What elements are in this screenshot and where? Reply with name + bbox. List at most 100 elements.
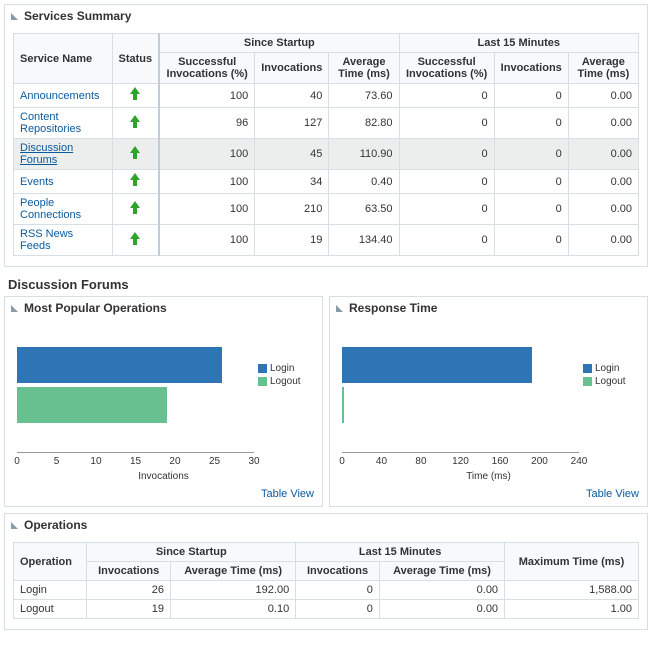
disclosure-icon [11, 13, 18, 20]
axis-line [17, 452, 254, 453]
last15-invocations: 0 [494, 194, 568, 225]
operations-table: Operation Since Startup Last 15 Minutes … [13, 542, 639, 619]
service-link[interactable]: Events [20, 176, 54, 188]
service-link[interactable]: Announcements [20, 90, 100, 102]
bar-logout [17, 387, 167, 423]
service-name-cell[interactable]: Content Repositories [14, 108, 113, 139]
response-time-panel: Response Time 04080120160200240 Login Lo… [329, 296, 648, 507]
col-last15-avg-time[interactable]: Average Time (ms) [379, 562, 504, 581]
legend-item-logout: Logout [258, 376, 314, 387]
col-status[interactable]: Status [112, 34, 159, 84]
service-link[interactable]: People Connections [20, 197, 81, 221]
status-up-icon [130, 232, 140, 246]
response-time-header[interactable]: Response Time [330, 297, 647, 319]
startup-avg-time: 0.40 [329, 170, 399, 194]
table-row[interactable]: RSS News Feeds10019134.40000.00 [14, 225, 639, 256]
services-summary-header[interactable]: Services Summary [5, 5, 647, 27]
most-popular-title: Most Popular Operations [24, 301, 167, 315]
legend-item-login: Login [258, 363, 314, 374]
col-startup-avg-time[interactable]: Average Time (ms) [171, 562, 296, 581]
operations-header[interactable]: Operations [5, 514, 647, 536]
startup-invocations: 19 [255, 225, 329, 256]
startup-avg-time: 73.60 [329, 84, 399, 108]
status-up-icon [130, 173, 140, 187]
axis-tick: 120 [452, 456, 469, 467]
startup-avg-time: 0.10 [171, 600, 296, 619]
service-name-cell[interactable]: Announcements [14, 84, 113, 108]
bar-login [342, 347, 532, 383]
service-name-cell[interactable]: Events [14, 170, 113, 194]
startup-avg-time: 82.80 [329, 108, 399, 139]
colgroup-since-startup: Since Startup [87, 543, 296, 562]
col-startup-invocations[interactable]: Invocations [87, 562, 171, 581]
startup-invocations: 40 [255, 84, 329, 108]
detail-section-title: Discussion Forums [8, 277, 644, 292]
last15-avg-time: 0.00 [568, 170, 638, 194]
col-startup-invocations[interactable]: Invocations [255, 53, 329, 84]
axis-tick: 200 [531, 456, 548, 467]
startup-avg-time: 110.90 [329, 139, 399, 170]
max-time: 1.00 [505, 600, 639, 619]
col-startup-avg-time[interactable]: Average Time (ms) [329, 53, 399, 84]
response-time-xlabel: Time (ms) [338, 471, 639, 482]
col-last15-invocations[interactable]: Invocations [494, 53, 568, 84]
startup-avg-time: 63.50 [329, 194, 399, 225]
colgroup-last-15: Last 15 Minutes [399, 34, 638, 53]
table-row[interactable]: Logout190.1000.001.00 [14, 600, 639, 619]
col-operation[interactable]: Operation [14, 543, 87, 581]
startup-succ-pct: 100 [159, 170, 255, 194]
axis-tick: 240 [571, 456, 588, 467]
last15-invocations: 0 [494, 139, 568, 170]
service-name-cell[interactable]: People Connections [14, 194, 113, 225]
axis-tick: 160 [492, 456, 509, 467]
service-link[interactable]: Discussion Forums [20, 142, 73, 166]
most-popular-operations-panel: Most Popular Operations 051015202530 Log… [4, 296, 323, 507]
last15-succ-pct: 0 [399, 139, 494, 170]
table-row[interactable]: Discussion Forums10045110.90000.00 [14, 139, 639, 170]
services-summary-table: Service Name Status Since Startup Last 1… [13, 33, 639, 256]
last15-avg-time: 0.00 [568, 108, 638, 139]
legend-label: Logout [270, 376, 301, 387]
col-last15-avg-time[interactable]: Average Time (ms) [568, 53, 638, 84]
last15-succ-pct: 0 [399, 225, 494, 256]
table-view-link[interactable]: Table View [586, 488, 639, 500]
startup-succ-pct: 100 [159, 225, 255, 256]
table-row[interactable]: Events100340.40000.00 [14, 170, 639, 194]
table-row[interactable]: People Connections10021063.50000.00 [14, 194, 639, 225]
colgroup-since-startup: Since Startup [159, 34, 399, 53]
axis-tick: 10 [90, 456, 101, 467]
last15-succ-pct: 0 [399, 108, 494, 139]
service-name-cell[interactable]: Discussion Forums [14, 139, 113, 170]
col-service-name[interactable]: Service Name [14, 34, 113, 84]
disclosure-icon [11, 522, 18, 529]
table-row[interactable]: Content Repositories9612782.80000.00 [14, 108, 639, 139]
last15-invocations: 0 [296, 581, 380, 600]
operations-panel: Operations Operation Since Startup Last … [4, 513, 648, 630]
table-view-link[interactable]: Table View [261, 488, 314, 500]
col-startup-succ-pct[interactable]: Successful Invocations (%) [159, 53, 255, 84]
col-last15-succ-pct[interactable]: Successful Invocations (%) [399, 53, 494, 84]
last15-succ-pct: 0 [399, 170, 494, 194]
service-link[interactable]: Content Repositories [20, 111, 81, 135]
service-link[interactable]: RSS News Feeds [20, 228, 73, 252]
startup-succ-pct: 100 [159, 84, 255, 108]
startup-succ-pct: 100 [159, 194, 255, 225]
service-name-cell[interactable]: RSS News Feeds [14, 225, 113, 256]
col-last15-invocations[interactable]: Invocations [296, 562, 380, 581]
axis-tick: 20 [169, 456, 180, 467]
most-popular-header[interactable]: Most Popular Operations [5, 297, 322, 319]
table-row[interactable]: Login26192.0000.001,588.00 [14, 581, 639, 600]
col-max-time[interactable]: Maximum Time (ms) [505, 543, 639, 581]
last15-avg-time: 0.00 [379, 581, 504, 600]
colgroup-last-15: Last 15 Minutes [296, 543, 505, 562]
operations-title: Operations [24, 518, 87, 532]
status-up-icon [130, 146, 140, 160]
axis-tick: 25 [209, 456, 220, 467]
startup-invocations: 19 [87, 600, 171, 619]
legend-label: Login [595, 363, 619, 374]
last15-avg-time: 0.00 [568, 225, 638, 256]
startup-invocations: 127 [255, 108, 329, 139]
startup-invocations: 26 [87, 581, 171, 600]
table-row[interactable]: Announcements1004073.60000.00 [14, 84, 639, 108]
axis-tick: 5 [54, 456, 60, 467]
